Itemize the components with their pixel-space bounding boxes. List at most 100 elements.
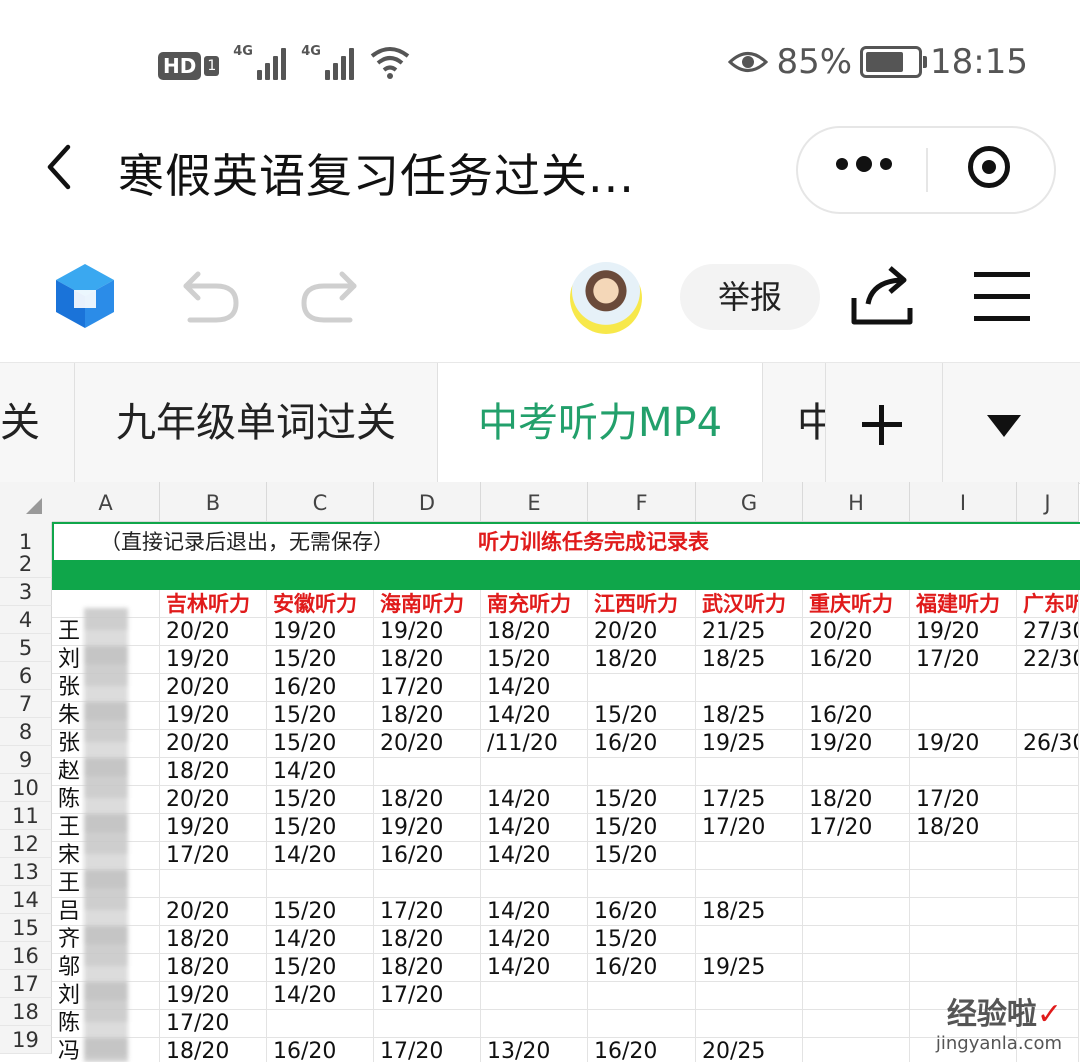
score-cell[interactable]: 17/20 <box>374 982 481 1010</box>
score-cell[interactable]: 16/20 <box>267 674 374 702</box>
row-header[interactable]: 11 <box>0 802 52 830</box>
sheet-list-button[interactable] <box>942 363 1080 483</box>
row-header[interactable]: 18 <box>0 998 52 1026</box>
score-cell[interactable]: 18/20 <box>160 1038 267 1062</box>
column-header[interactable]: G <box>696 482 803 522</box>
score-cell[interactable] <box>696 842 803 870</box>
score-cell[interactable] <box>267 1010 374 1038</box>
tab-grade9-words[interactable]: 九年级单词过关 <box>75 363 437 483</box>
score-cell[interactable]: 19/20 <box>803 730 910 758</box>
score-cell[interactable] <box>374 1010 481 1038</box>
score-cell[interactable]: 14/20 <box>481 926 588 954</box>
score-cell[interactable]: 20/20 <box>160 730 267 758</box>
score-cell[interactable]: 15/20 <box>588 842 696 870</box>
score-cell[interactable]: 20/20 <box>803 618 910 646</box>
row-header[interactable]: 17 <box>0 970 52 998</box>
score-cell[interactable] <box>803 954 910 982</box>
score-cell[interactable] <box>1017 758 1079 786</box>
score-cell[interactable]: 19/25 <box>696 954 803 982</box>
score-cell[interactable] <box>1017 814 1079 842</box>
score-cell[interactable]: 14/20 <box>267 758 374 786</box>
score-cell[interactable]: 17/20 <box>160 1010 267 1038</box>
score-cell[interactable] <box>1017 870 1079 898</box>
score-cell[interactable]: 14/20 <box>481 954 588 982</box>
score-cell[interactable]: 20/20 <box>160 898 267 926</box>
score-cell[interactable] <box>910 702 1017 730</box>
score-cell[interactable]: 13/20 <box>481 1038 588 1062</box>
score-cell[interactable] <box>696 758 803 786</box>
score-cell[interactable]: 17/20 <box>910 646 1017 674</box>
score-cell[interactable] <box>803 1010 910 1038</box>
score-cell[interactable] <box>160 870 267 898</box>
score-cell[interactable]: 15/20 <box>267 786 374 814</box>
score-cell[interactable]: 17/20 <box>374 898 481 926</box>
score-cell[interactable] <box>481 982 588 1010</box>
score-cell[interactable]: 15/20 <box>267 646 374 674</box>
column-header[interactable]: C <box>267 482 374 522</box>
score-cell[interactable] <box>588 1010 696 1038</box>
column-header[interactable]: A <box>52 482 160 522</box>
more-icon[interactable] <box>836 156 892 172</box>
score-cell[interactable]: 26/30 <box>1017 730 1079 758</box>
score-cell[interactable] <box>696 1010 803 1038</box>
row-header[interactable]: 5 <box>0 634 52 662</box>
score-cell[interactable]: 15/20 <box>588 814 696 842</box>
spreadsheet-grid[interactable]: A B C D E F G H I J 1 2 3 4 5 6 7 8 9 10 11 12 13 14 15 16 17 18 19 吉… <box>0 482 1080 1062</box>
tab-sheet-prev[interactable]: 关 <box>0 363 74 483</box>
column-header[interactable]: E <box>481 482 588 522</box>
score-cell[interactable]: 17/20 <box>160 842 267 870</box>
score-cell[interactable]: 19/20 <box>160 814 267 842</box>
score-cell[interactable] <box>803 870 910 898</box>
row-header[interactable]: 19 <box>0 1026 52 1054</box>
score-cell[interactable] <box>1017 674 1079 702</box>
score-cell[interactable]: 21/25 <box>696 618 803 646</box>
region-header-cell[interactable]: 福建听力 <box>910 590 1017 618</box>
score-cell[interactable] <box>481 1010 588 1038</box>
score-cell[interactable] <box>696 982 803 1010</box>
score-cell[interactable] <box>481 870 588 898</box>
column-header[interactable]: H <box>803 482 910 522</box>
score-cell[interactable]: 16/20 <box>588 954 696 982</box>
score-cell[interactable]: 15/20 <box>267 954 374 982</box>
score-cell[interactable]: 14/20 <box>481 674 588 702</box>
score-cell[interactable]: 16/20 <box>803 702 910 730</box>
score-cell[interactable]: 19/20 <box>160 646 267 674</box>
score-cell[interactable] <box>374 758 481 786</box>
score-cell[interactable]: 17/20 <box>910 786 1017 814</box>
region-header-cell[interactable]: 江西听力 <box>588 590 696 618</box>
score-cell[interactable]: 20/20 <box>160 786 267 814</box>
score-cell[interactable]: 19/20 <box>910 730 1017 758</box>
report-button[interactable]: 举报 <box>680 264 820 330</box>
score-cell[interactable]: 18/20 <box>160 954 267 982</box>
score-cell[interactable] <box>696 674 803 702</box>
score-cell[interactable]: 20/20 <box>374 730 481 758</box>
row-header[interactable]: 14 <box>0 886 52 914</box>
score-cell[interactable] <box>803 926 910 954</box>
score-cell[interactable] <box>696 870 803 898</box>
score-cell[interactable]: 19/20 <box>267 618 374 646</box>
score-cell[interactable] <box>910 674 1017 702</box>
column-header[interactable]: I <box>910 482 1017 522</box>
score-cell[interactable]: 15/20 <box>481 646 588 674</box>
score-cell[interactable]: 18/20 <box>374 702 481 730</box>
score-cell[interactable]: 18/20 <box>374 954 481 982</box>
score-cell[interactable]: 14/20 <box>267 926 374 954</box>
score-cell[interactable]: 17/20 <box>374 1038 481 1062</box>
tab-listening-mp4[interactable]: 中考听力MP4 <box>438 363 762 483</box>
score-cell[interactable]: 14/20 <box>481 786 588 814</box>
score-cell[interactable]: 27/30 <box>1017 618 1079 646</box>
score-cell[interactable]: 18/20 <box>588 646 696 674</box>
score-cell[interactable]: 18/20 <box>160 758 267 786</box>
row-header[interactable]: 8 <box>0 718 52 746</box>
score-cell[interactable]: /11/20 <box>481 730 588 758</box>
row-header[interactable]: 16 <box>0 942 52 970</box>
score-cell[interactable]: 14/20 <box>481 842 588 870</box>
score-cell[interactable]: 16/20 <box>803 646 910 674</box>
score-cell[interactable]: 15/20 <box>267 730 374 758</box>
score-cell[interactable]: 14/20 <box>481 702 588 730</box>
row-header[interactable]: 12 <box>0 830 52 858</box>
score-cell[interactable]: 15/20 <box>588 702 696 730</box>
score-cell[interactable] <box>803 842 910 870</box>
score-cell[interactable]: 15/20 <box>267 702 374 730</box>
score-cell[interactable] <box>803 898 910 926</box>
